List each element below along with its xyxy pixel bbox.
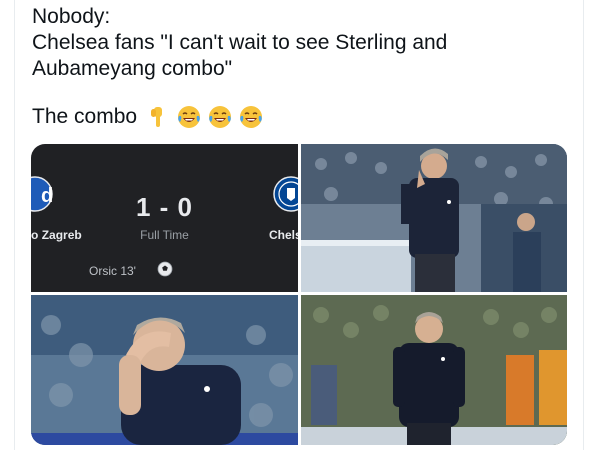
- media-tile-photo-head-in-hand[interactable]: [301, 144, 567, 292]
- tweet-text: Nobody: Chelsea fans "I can't wait to se…: [32, 4, 572, 82]
- photo-tuchel-head-down: [301, 295, 567, 445]
- tweet-media-grid[interactable]: d 1 - 0 o Zagreb Full Time Chels Orsic 1…: [31, 144, 567, 445]
- tears-of-joy-emoji-icon: [208, 105, 232, 129]
- match-score: 1 - 0: [135, 192, 194, 222]
- football-icon: [157, 261, 173, 277]
- tweet-line-1: Nobody:: [32, 5, 111, 28]
- tweet-line-2: Chelsea fans "I can't wait to see Sterli…: [32, 31, 448, 54]
- photo-tuchel-head-in-hand: [301, 144, 567, 292]
- tweet-combo-line: The combo: [32, 104, 263, 130]
- chelsea-crest-icon: [273, 176, 298, 212]
- tears-of-joy-emoji-icon: [177, 105, 201, 129]
- match-status: Full Time: [140, 228, 189, 242]
- combo-label: The combo: [32, 105, 138, 128]
- away-team-name: Chels: [269, 228, 298, 242]
- tweet-line-3: Aubameyang combo": [32, 57, 233, 80]
- tears-of-joy-emoji-icon: [239, 105, 263, 129]
- media-tile-photo-hand-on-face[interactable]: [31, 295, 298, 445]
- photo-tuchel-hand-on-face: [31, 295, 298, 445]
- media-tile-photo-head-down[interactable]: [301, 295, 567, 445]
- pointing-down-emoji-icon: [146, 105, 170, 129]
- goal-scorer: Orsic 13': [89, 264, 136, 278]
- media-tile-scoreboard[interactable]: d 1 - 0 o Zagreb Full Time Chels Orsic 1…: [31, 144, 298, 292]
